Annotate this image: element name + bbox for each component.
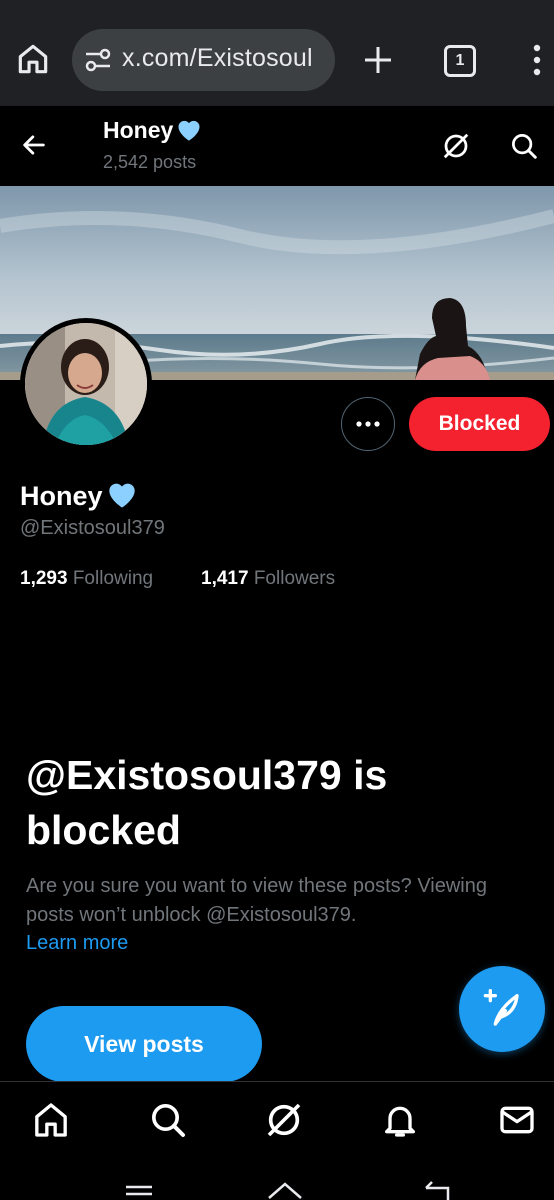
feather-plus-icon bbox=[483, 989, 519, 1026]
more-vert-icon[interactable] bbox=[532, 44, 542, 76]
home-icon[interactable] bbox=[14, 40, 52, 78]
grok-icon[interactable] bbox=[264, 1100, 304, 1140]
following-link[interactable]: 1,293 Following bbox=[20, 568, 153, 590]
followers-label: Followers bbox=[253, 568, 336, 589]
more-horiz-icon bbox=[356, 421, 380, 427]
url-text[interactable]: x.com/Existosoul bbox=[122, 44, 313, 73]
back-arrow-icon[interactable] bbox=[20, 131, 48, 159]
notifications-icon[interactable] bbox=[380, 1100, 420, 1140]
blocked-button[interactable]: Blocked bbox=[409, 397, 550, 451]
grok-icon[interactable] bbox=[441, 131, 471, 161]
messages-icon[interactable] bbox=[497, 1100, 537, 1140]
more-options-button[interactable] bbox=[341, 397, 395, 451]
followers-link[interactable]: 1,417 Followers bbox=[201, 568, 335, 590]
new-tab-icon[interactable] bbox=[362, 44, 394, 76]
following-label: Following bbox=[72, 568, 154, 589]
system-back-icon[interactable] bbox=[422, 1180, 454, 1200]
header-name: Honey bbox=[103, 117, 174, 143]
following-count: 1,293 bbox=[20, 568, 68, 589]
blocked-title: @Existosoul379 is blocked bbox=[26, 752, 388, 853]
display-name: Honey bbox=[20, 478, 139, 512]
header-post-count: 2,542 posts bbox=[103, 152, 197, 172]
recent-apps-icon[interactable] bbox=[124, 1184, 154, 1200]
tab-switcher-icon[interactable]: 1 bbox=[444, 45, 476, 77]
blocked-description: Are you sure you want to view these post… bbox=[26, 875, 487, 926]
compose-post-button[interactable] bbox=[459, 966, 545, 1052]
avatar-image bbox=[25, 323, 147, 445]
display-name-text: Honey bbox=[20, 481, 103, 511]
view-posts-button[interactable]: View posts bbox=[26, 1006, 262, 1082]
site-settings-icon[interactable] bbox=[84, 47, 112, 73]
search-icon[interactable] bbox=[148, 1100, 188, 1140]
user-handle: @Existosoul379 bbox=[20, 517, 165, 539]
search-icon[interactable] bbox=[509, 131, 539, 161]
system-home-icon[interactable] bbox=[266, 1180, 304, 1200]
learn-more-link[interactable]: Learn more bbox=[26, 932, 128, 955]
blue-heart-icon bbox=[178, 120, 200, 141]
blue-heart-icon bbox=[108, 483, 135, 508]
header-title: Honey bbox=[103, 116, 203, 144]
followers-count: 1,417 bbox=[201, 568, 249, 589]
avatar[interactable] bbox=[25, 323, 147, 445]
home-icon[interactable] bbox=[31, 1100, 71, 1140]
